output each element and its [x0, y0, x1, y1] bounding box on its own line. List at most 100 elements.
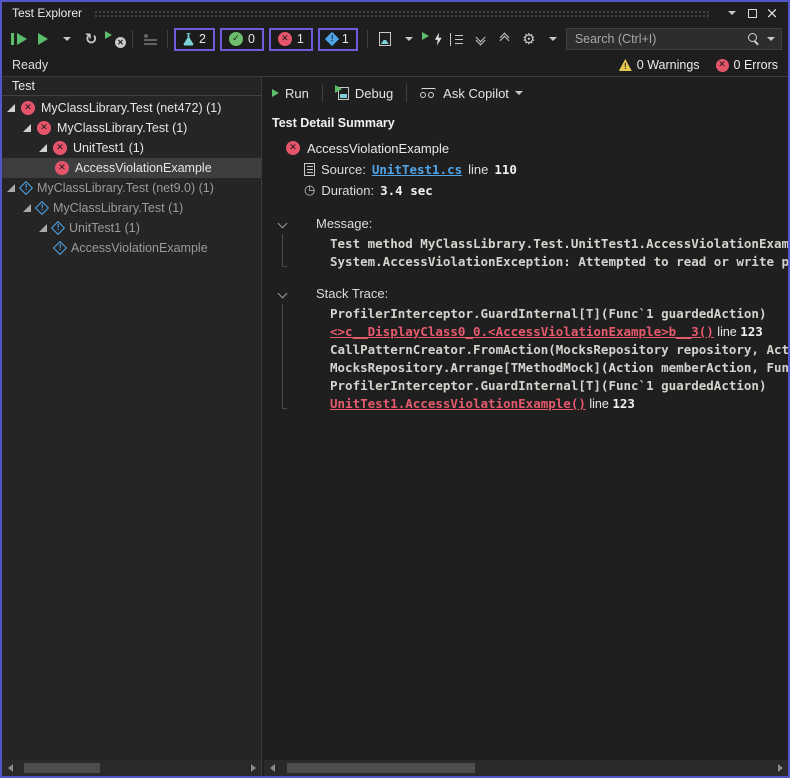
failed-tests-badge[interactable]: ✕ 1 — [269, 28, 313, 51]
test-detail-content: Run Debug Ask Copilot Test Detail Summar… — [264, 77, 788, 760]
not-run-icon: ! — [35, 201, 49, 215]
duration-line: ◷ Duration: 3.4 sec — [272, 180, 788, 201]
stack-frame-link[interactable]: UnitTest1.AccessViolationExample() — [330, 396, 586, 411]
scroll-right-arrow[interactable] — [774, 762, 786, 774]
titlebar: Test Explorer × — [2, 2, 788, 24]
maximize-icon — [748, 9, 757, 18]
not-run-icon: ! — [325, 32, 339, 46]
errors-status[interactable]: ✕ 0 Errors — [716, 58, 778, 72]
expand-all-icon — [477, 34, 484, 44]
tree-item-namespace[interactable]: ! MyClassLibrary.Test (1) — [2, 198, 261, 218]
run-button[interactable] — [32, 27, 54, 51]
scroll-left-arrow[interactable] — [4, 762, 16, 774]
chevron-down-icon — [515, 91, 523, 95]
play-icon — [17, 33, 27, 45]
line-label: line — [717, 325, 736, 339]
chevron-down-icon[interactable] — [767, 37, 775, 41]
status-text: Ready — [12, 58, 48, 72]
scrollbar-thumb[interactable] — [24, 763, 100, 773]
collapse-all-icon — [501, 34, 508, 44]
expander-icon[interactable] — [39, 224, 47, 232]
run-test-button[interactable]: Run — [272, 86, 309, 101]
tree-item-namespace[interactable]: ✕ MyClassLibrary.Test (1) — [2, 118, 261, 138]
tree-item-test-selected[interactable]: ✕ AccessViolationExample — [2, 158, 261, 178]
play-icon — [272, 89, 279, 97]
run-with-profiler-button[interactable] — [422, 32, 444, 47]
test-tree-pane: Test ✕ MyClassLibrary.Test (net472) (1) … — [2, 77, 261, 776]
play-icon — [105, 31, 112, 39]
error-icon: ✕ — [716, 59, 729, 72]
tree-item-project-net472[interactable]: ✕ MyClassLibrary.Test (net472) (1) — [2, 98, 261, 118]
maximize-button[interactable] — [742, 4, 762, 22]
settings-dropdown[interactable] — [542, 27, 564, 51]
group-by-dropdown[interactable] — [398, 27, 420, 51]
failed-icon: ✕ — [286, 141, 300, 155]
not-run-icon: ! — [53, 241, 67, 255]
expander-icon[interactable] — [7, 104, 15, 112]
duration-value: 3.4 sec — [380, 183, 433, 198]
passed-tests-badge[interactable]: ✓ 0 — [220, 28, 264, 51]
stack-frame-link[interactable]: <>c__DisplayClass0_0.<AccessViolationExa… — [330, 324, 714, 339]
total-tests-badge[interactable]: 2 — [174, 28, 215, 51]
window-title: Test Explorer — [12, 6, 82, 20]
warnings-status[interactable]: ! 0 Warnings — [619, 58, 700, 72]
cancel-run-button[interactable]: ✕ — [104, 30, 126, 48]
expander-icon[interactable] — [23, 204, 31, 212]
tree-item-label: AccessViolationExample — [71, 241, 208, 255]
test-explorer-window: Test Explorer × ↻ ✕ 2 ✓ 0 ✕ 1 ! — [0, 0, 790, 778]
close-button[interactable]: × — [762, 4, 782, 22]
hierarchy-view-button[interactable] — [446, 27, 468, 51]
search-input[interactable] — [575, 32, 742, 46]
playlist-button[interactable] — [139, 27, 161, 51]
expander-icon[interactable] — [7, 184, 15, 192]
gear-icon: ⚙ — [522, 30, 535, 48]
window-position-button[interactable] — [722, 4, 742, 22]
detail-horizontal-scrollbar[interactable] — [264, 760, 788, 776]
beaker-icon — [183, 33, 194, 46]
tree-item-label: UnitTest1 (1) — [73, 141, 144, 155]
message-label: Message: — [316, 216, 788, 231]
collapse-chevron-icon[interactable] — [278, 289, 288, 299]
errors-count: 0 Errors — [734, 58, 778, 72]
tree-column-header[interactable]: Test — [2, 77, 261, 96]
message-line: Test method MyClassLibrary.Test.UnitTest… — [330, 235, 788, 253]
toolbar-separator — [406, 84, 407, 102]
failed-icon: ✕ — [278, 32, 292, 46]
settings-button[interactable]: ⚙ — [518, 27, 540, 51]
playlist-icon — [144, 34, 157, 45]
search-icon[interactable] — [748, 33, 761, 46]
source-line-number: 110 — [494, 162, 517, 177]
tree-item-test[interactable]: ! AccessViolationExample — [2, 238, 261, 258]
line-label: line — [468, 162, 488, 177]
expander-icon[interactable] — [39, 144, 47, 152]
tree-item-class[interactable]: ✕ UnitTest1 (1) — [2, 138, 261, 158]
tree-item-project-net90[interactable]: ! MyClassLibrary.Test (net9.0) (1) — [2, 178, 261, 198]
tree-horizontal-scrollbar[interactable] — [2, 760, 261, 776]
total-tests-count: 2 — [199, 32, 206, 46]
scrollbar-thumb[interactable] — [287, 763, 475, 773]
toolbar-separator — [367, 30, 368, 48]
tree-item-class[interactable]: ! UnitTest1 (1) — [2, 218, 261, 238]
expander-icon[interactable] — [23, 124, 31, 132]
debug-test-button[interactable]: Debug — [336, 86, 393, 101]
not-run-tests-badge[interactable]: ! 1 — [318, 28, 358, 51]
run-dropdown[interactable] — [56, 27, 78, 51]
group-by-button[interactable] — [374, 27, 396, 51]
stack-frame: UnitTest1.AccessViolationExample() line … — [330, 395, 788, 413]
drag-grip[interactable] — [94, 10, 710, 17]
line-number: 123 — [740, 324, 763, 339]
source-file-link[interactable]: UnitTest1.cs — [372, 162, 462, 177]
ask-copilot-button[interactable]: Ask Copilot — [420, 86, 523, 101]
line-number: 123 — [612, 396, 635, 411]
scroll-left-arrow[interactable] — [266, 762, 278, 774]
repeat-last-run-button[interactable]: ↻ — [80, 27, 102, 51]
collapse-chevron-icon[interactable] — [278, 219, 288, 229]
scroll-right-arrow[interactable] — [247, 762, 259, 774]
collapse-all-button[interactable] — [494, 27, 516, 51]
test-result-line: ✕ AccessViolationExample — [272, 137, 788, 159]
failed-icon: ✕ — [55, 161, 69, 175]
chevron-down-icon — [63, 37, 71, 41]
run-all-tests-button[interactable] — [8, 27, 30, 51]
tree-item-label: MyClassLibrary.Test (1) — [53, 201, 183, 215]
expand-all-button[interactable] — [470, 27, 492, 51]
